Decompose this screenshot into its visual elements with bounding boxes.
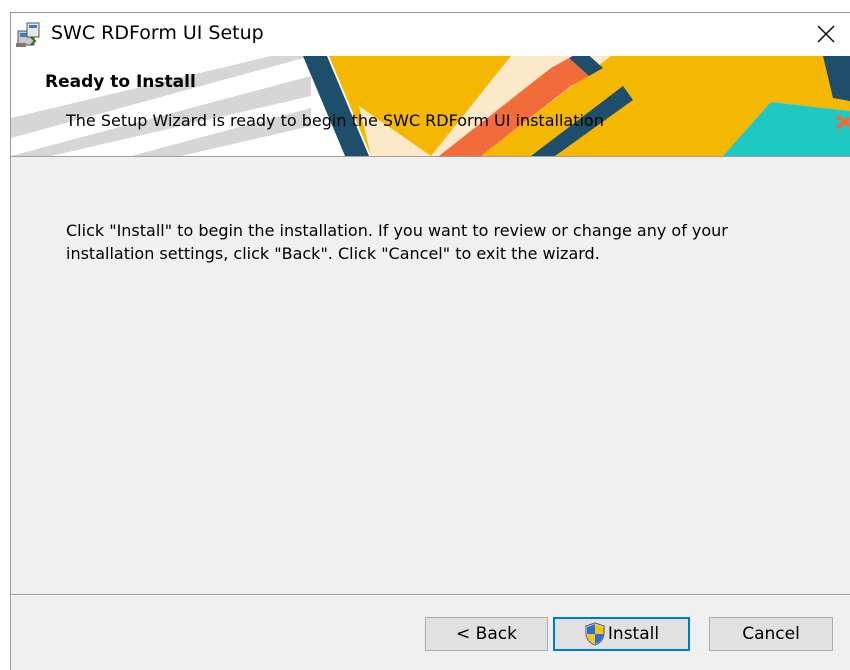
setup-window: SWC RDForm UI Setup Ready to Install The… — [10, 12, 850, 670]
cancel-button-label: Cancel — [742, 624, 800, 644]
instructions-line-2: installation settings, click "Back". Cli… — [66, 244, 600, 263]
close-button[interactable] — [804, 13, 850, 56]
window-title: SWC RDForm UI Setup — [51, 22, 264, 44]
back-button[interactable]: < Back — [425, 617, 548, 651]
footer-divider-highlight — [11, 595, 850, 596]
banner-art — [11, 56, 850, 156]
cancel-button[interactable]: Cancel — [709, 617, 833, 651]
uac-shield-icon — [584, 622, 606, 646]
instructions-line-1: Click "Install" to begin the installatio… — [66, 221, 728, 240]
install-button-label: Install — [607, 624, 660, 644]
banner-divider — [11, 156, 850, 157]
header-banner: Ready to Install The Setup Wizard is rea… — [11, 56, 850, 156]
close-icon — [817, 25, 835, 43]
instructions-text: Click "Install" to begin the installatio… — [66, 219, 806, 265]
install-button[interactable]: Install — [553, 617, 690, 651]
installer-package-icon — [15, 21, 43, 49]
title-bar[interactable]: SWC RDForm UI Setup — [11, 13, 850, 56]
page-subtitle: The Setup Wizard is ready to begin the S… — [66, 111, 604, 130]
back-button-label: < Back — [456, 624, 517, 644]
page-title: Ready to Install — [45, 72, 196, 92]
